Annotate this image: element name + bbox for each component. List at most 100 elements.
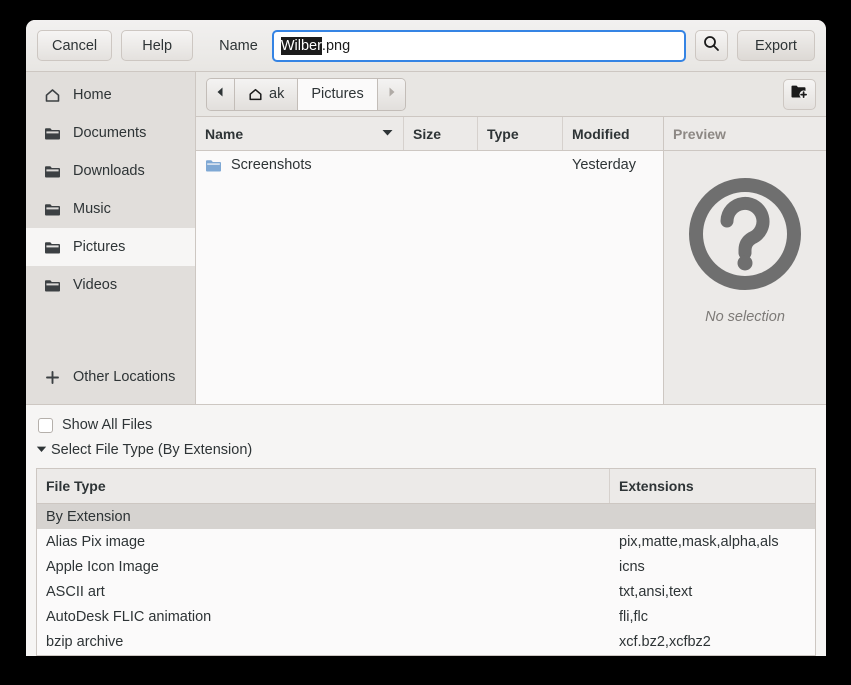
sidebar-item-label: Home (73, 87, 112, 103)
sidebar-item-videos[interactable]: Videos (26, 266, 195, 304)
filename-input[interactable]: Wilber.png (272, 30, 686, 62)
file-list-rows: Screenshots Yesterday (196, 151, 663, 404)
column-header-type[interactable]: Type (478, 117, 563, 150)
export-button[interactable]: Export (737, 30, 815, 61)
breadcrumb-item-label: ak (269, 86, 284, 102)
list-and-preview: Name Size Type Modified (196, 117, 826, 404)
filename-selected-text: Wilber (281, 37, 322, 55)
table-row[interactable]: Screenshots Yesterday (196, 151, 663, 179)
file-type-table-header: File Type Extensions (37, 469, 815, 504)
file-type-cell: ASCII art (37, 584, 610, 600)
path-bar-row: ak Pictures (196, 72, 826, 117)
sidebar-item-music[interactable]: Music (26, 190, 195, 228)
breadcrumb-item-label: Pictures (311, 86, 363, 102)
show-all-files-label: Show All Files (62, 417, 152, 433)
file-modified-cell: Yesterday (563, 157, 663, 173)
table-row[interactable]: Colored HTML text html,htm (37, 654, 815, 655)
breadcrumb-item-ak[interactable]: ak (235, 79, 298, 110)
search-button[interactable] (695, 30, 728, 61)
file-type-cell: AutoDesk FLIC animation (37, 609, 610, 625)
dialog-headerbar: Cancel Help Name Wilber.png Export (26, 20, 826, 72)
caret-down-icon (381, 128, 394, 140)
sidebar-item-pictures[interactable]: Pictures (26, 228, 195, 266)
column-header-label: Size (413, 126, 441, 142)
file-list-header: Name Size Type Modified (196, 117, 663, 151)
breadcrumb: ak Pictures (206, 78, 406, 111)
breadcrumb-item-pictures[interactable]: Pictures (298, 79, 377, 110)
file-type-cell: Alias Pix image (37, 534, 610, 550)
checkbox-box (38, 418, 53, 433)
extensions-cell: fli,flc (610, 609, 815, 625)
sidebar-item-home[interactable]: Home (26, 76, 195, 114)
question-mark-circle-icon (686, 175, 804, 297)
file-name-label: Screenshots (231, 157, 312, 173)
back-button[interactable] (207, 79, 235, 110)
sidebar-item-label: Other Locations (73, 369, 175, 385)
column-header-label: Name (205, 126, 243, 142)
name-field-label: Name (219, 38, 258, 54)
cancel-button[interactable]: Cancel (37, 30, 112, 61)
search-icon (703, 35, 720, 56)
folder-icon (42, 240, 62, 255)
chevron-right-icon (386, 86, 397, 102)
preview-empty-label: No selection (705, 309, 785, 325)
sidebar-item-label: Music (73, 201, 111, 217)
file-type-expander-label: Select File Type (By Extension) (51, 442, 252, 458)
help-button-label: Help (142, 38, 172, 54)
sidebar-item-label: Pictures (73, 239, 125, 255)
column-header-name[interactable]: Name (196, 117, 404, 150)
chevron-left-icon (215, 86, 226, 102)
cancel-button-label: Cancel (52, 38, 97, 54)
column-header-label: Extensions (619, 478, 694, 494)
sidebar-item-label: Downloads (73, 163, 145, 179)
table-row[interactable]: Apple Icon Image icns (37, 554, 815, 579)
home-icon (42, 87, 62, 104)
column-header-label: Type (487, 126, 519, 142)
table-row[interactable]: ASCII art txt,ansi,text (37, 579, 815, 604)
sidebar-item-documents[interactable]: Documents (26, 114, 195, 152)
sidebar-item-label: Videos (73, 277, 117, 293)
column-header-size[interactable]: Size (404, 117, 478, 150)
preview-title: Preview (664, 117, 826, 151)
forward-button[interactable] (378, 79, 405, 110)
extensions-cell: pix,matte,mask,alpha,als (610, 534, 815, 550)
file-type-table-rows: By Extension Alias Pix image pix,matte,m… (37, 504, 815, 655)
column-header-modified[interactable]: Modified (563, 117, 663, 150)
new-folder-icon (790, 83, 809, 105)
extensions-cell: xcf.bz2,xcfbz2 (610, 634, 815, 650)
file-browser-pane: ak Pictures (196, 72, 826, 404)
folder-icon (42, 202, 62, 217)
preview-body: No selection (664, 151, 826, 404)
new-folder-button[interactable] (783, 79, 816, 110)
folder-icon (42, 164, 62, 179)
file-type-cell: bzip archive (37, 634, 610, 650)
sidebar-item-label: Documents (73, 125, 146, 141)
column-header-label: Modified (572, 126, 630, 142)
filename-extension-text: .png (322, 38, 350, 54)
column-header-label: File Type (46, 478, 106, 494)
table-row[interactable]: bzip archive xcf.bz2,xcfbz2 (37, 629, 815, 654)
table-row[interactable]: Alias Pix image pix,matte,mask,alpha,als (37, 529, 815, 554)
dialog-body: Home Documents Downloa (26, 72, 826, 405)
export-button-label: Export (755, 38, 797, 54)
file-list: Name Size Type Modified (196, 117, 664, 404)
file-type-cell: Apple Icon Image (37, 559, 610, 575)
plus-icon (42, 369, 62, 386)
home-icon (248, 87, 263, 102)
folder-icon (42, 126, 62, 141)
sidebar-item-downloads[interactable]: Downloads (26, 152, 195, 190)
preview-pane: Preview No selection (664, 117, 826, 404)
table-row[interactable]: By Extension (37, 504, 815, 529)
file-type-expander[interactable]: Select File Type (By Extension) (36, 438, 816, 462)
column-header-extensions[interactable]: Extensions (610, 469, 815, 503)
file-name-cell: Screenshots (196, 157, 404, 173)
table-row[interactable]: AutoDesk FLIC animation fli,flc (37, 604, 815, 629)
file-type-table: File Type Extensions By Extension Alias … (36, 468, 816, 656)
sidebar-item-other-locations[interactable]: Other Locations (26, 358, 195, 396)
places-sidebar: Home Documents Downloa (26, 72, 196, 404)
caret-down-icon (36, 444, 47, 456)
help-button[interactable]: Help (121, 30, 193, 61)
file-type-cell: By Extension (37, 509, 610, 525)
column-header-file-type[interactable]: File Type (37, 469, 610, 503)
show-all-files-checkbox[interactable]: Show All Files (36, 413, 816, 437)
